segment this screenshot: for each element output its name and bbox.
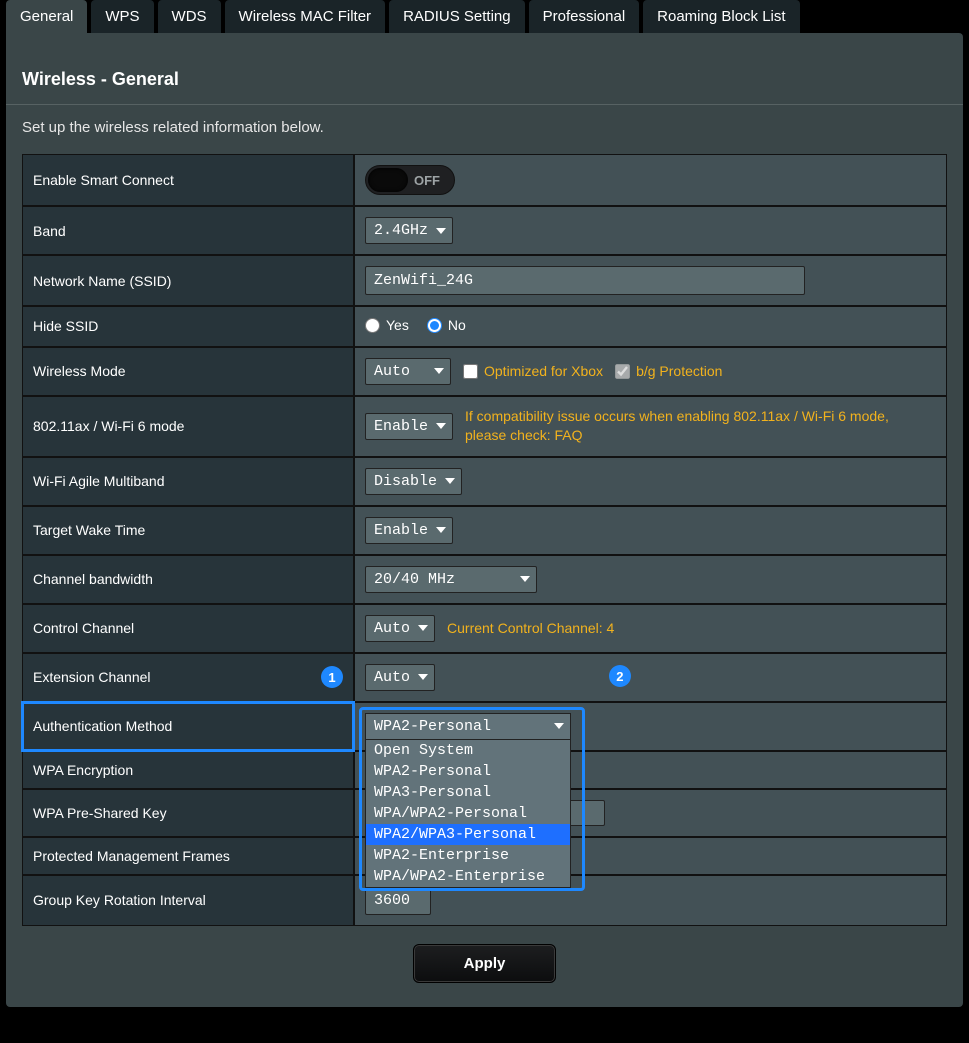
- select-chbw[interactable]: 20/40 MHz: [365, 566, 537, 593]
- page-title: Wireless - General: [6, 61, 963, 105]
- tab-mac-filter[interactable]: Wireless MAC Filter: [225, 0, 386, 33]
- auth-options-list: Open System WPA2-Personal WPA3-Personal …: [365, 739, 571, 888]
- tab-professional[interactable]: Professional: [529, 0, 640, 33]
- label-hide-ssid: Hide SSID: [22, 306, 354, 347]
- select-ext-ch-value: Auto: [374, 669, 410, 686]
- chevron-down-icon: [434, 368, 444, 374]
- chevron-down-icon: [520, 576, 530, 582]
- label-band: Band: [22, 206, 354, 255]
- auth-option[interactable]: WPA3-Personal: [366, 782, 570, 803]
- radio-hide-ssid-no[interactable]: No: [427, 317, 466, 333]
- chevron-down-icon: [436, 423, 446, 429]
- apply-button[interactable]: Apply: [413, 944, 557, 983]
- tab-general[interactable]: General: [6, 0, 87, 33]
- wifi6-info-text: If compatibility issue occurs when enabl…: [465, 408, 889, 444]
- radio-no-label: No: [448, 317, 466, 333]
- tab-radius[interactable]: RADIUS Setting: [389, 0, 525, 33]
- label-wireless-mode: Wireless Mode: [22, 347, 354, 396]
- select-wireless-mode-value: Auto: [374, 363, 410, 380]
- settings-table: Enable Smart Connect OFF Band 2.4GHz Net…: [22, 154, 947, 926]
- content-panel: Wireless - General Set up the wireless r…: [6, 33, 963, 1007]
- faq-link[interactable]: FAQ: [555, 427, 583, 443]
- radio-group-hide-ssid: Yes No: [365, 317, 466, 333]
- label-twt: Target Wake Time: [22, 506, 354, 555]
- select-agile-value: Disable: [374, 473, 437, 490]
- select-ext-ch[interactable]: Auto: [365, 664, 435, 691]
- label-wifi6: 802.11ax / Wi-Fi 6 mode: [22, 396, 354, 457]
- select-auth-method[interactable]: WPA2-Personal: [365, 713, 571, 740]
- select-ctrl-ch-value: Auto: [374, 620, 410, 637]
- label-psk: WPA Pre-Shared Key: [22, 789, 354, 837]
- select-wireless-mode[interactable]: Auto: [365, 358, 451, 385]
- label-ctrl-ch: Control Channel: [22, 604, 354, 653]
- label-bg-protection: b/g Protection: [636, 363, 722, 379]
- select-twt-value: Enable: [374, 522, 428, 539]
- auth-option[interactable]: Open System: [366, 740, 570, 761]
- select-agile[interactable]: Disable: [365, 468, 462, 495]
- radio-yes-label: Yes: [386, 317, 409, 333]
- auth-option[interactable]: WPA/WPA2-Enterprise: [366, 866, 570, 887]
- page-description: Set up the wireless related information …: [6, 105, 963, 154]
- label-optimized-xbox: Optimized for Xbox: [484, 363, 603, 379]
- label-chbw: Channel bandwidth: [22, 555, 354, 604]
- chevron-down-icon: [436, 228, 446, 234]
- toggle-smart-connect[interactable]: OFF: [365, 165, 455, 195]
- chevron-down-icon: [436, 527, 446, 533]
- label-auth-method: Authentication Method: [22, 702, 354, 751]
- checkbox-optimized-xbox[interactable]: [463, 364, 478, 379]
- toggle-knob: [368, 168, 408, 192]
- input-group-key[interactable]: [365, 886, 431, 915]
- apply-wrap: Apply: [6, 926, 963, 987]
- tab-bar: General WPS WDS Wireless MAC Filter RADI…: [0, 0, 969, 33]
- select-wifi6-value: Enable: [374, 418, 428, 435]
- radio-hide-ssid-yes[interactable]: Yes: [365, 317, 409, 333]
- chevron-down-icon: [445, 478, 455, 484]
- chevron-down-icon: [418, 625, 428, 631]
- select-twt[interactable]: Enable: [365, 517, 453, 544]
- auth-option[interactable]: WPA/WPA2-Personal: [366, 803, 570, 824]
- label-wpa-enc: WPA Encryption: [22, 751, 354, 789]
- select-ctrl-ch[interactable]: Auto: [365, 615, 435, 642]
- auth-option-selected[interactable]: WPA2/WPA3-Personal: [366, 824, 570, 845]
- label-agile: Wi-Fi Agile Multiband: [22, 457, 354, 506]
- label-ext-ch: Extension Channel 1: [22, 653, 354, 702]
- checkbox-bg-protection[interactable]: [615, 364, 630, 379]
- input-ssid[interactable]: [365, 266, 805, 295]
- auth-dropdown-wrap: WPA2-Personal Open System WPA2-Personal …: [365, 713, 571, 740]
- select-band[interactable]: 2.4GHz: [365, 217, 453, 244]
- auth-option[interactable]: WPA2-Personal: [366, 761, 570, 782]
- label-smart-connect: Enable Smart Connect: [22, 154, 354, 206]
- callout-2: 2: [609, 665, 631, 687]
- label-ssid: Network Name (SSID): [22, 255, 354, 306]
- select-chbw-value: 20/40 MHz: [374, 571, 455, 588]
- callout-1: 1: [321, 666, 343, 688]
- chevron-down-icon: [418, 674, 428, 680]
- label-ext-ch-text: Extension Channel: [33, 669, 151, 685]
- label-group-key: Group Key Rotation Interval: [22, 875, 354, 926]
- select-band-value: 2.4GHz: [374, 222, 428, 239]
- radio-yes-input[interactable]: [365, 318, 380, 333]
- ctrl-ch-info: Current Control Channel: 4: [447, 620, 614, 636]
- tab-wds[interactable]: WDS: [158, 0, 221, 33]
- auth-option[interactable]: WPA2-Enterprise: [366, 845, 570, 866]
- select-auth-value: WPA2-Personal: [374, 718, 491, 735]
- chevron-down-icon: [554, 723, 564, 729]
- radio-no-input[interactable]: [427, 318, 442, 333]
- wifi6-info: If compatibility issue occurs when enabl…: [465, 407, 925, 446]
- tab-roaming-block[interactable]: Roaming Block List: [643, 0, 799, 33]
- tab-wps[interactable]: WPS: [91, 0, 153, 33]
- select-wifi6[interactable]: Enable: [365, 413, 453, 440]
- toggle-label-off: OFF: [414, 173, 440, 188]
- label-pmf: Protected Management Frames: [22, 837, 354, 875]
